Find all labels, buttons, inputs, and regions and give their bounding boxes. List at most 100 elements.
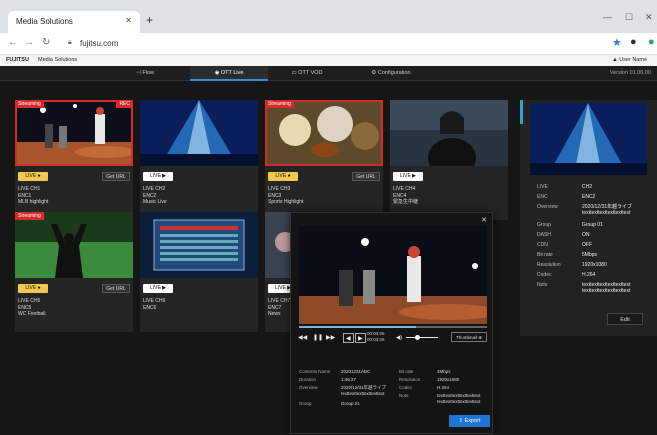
channel-info: LIVE CH5 ENC5 WC Football xyxy=(18,298,46,318)
channel-info: LIVE CH2 ENC2 Music Live xyxy=(143,186,167,206)
bookmark-star-icon[interactable]: ★ xyxy=(612,36,622,49)
detail-label: Resolution xyxy=(537,262,561,268)
timecode-in: 00:03:06 xyxy=(367,331,385,336)
program-title: Sports Highlight xyxy=(268,199,304,205)
tab-ott-live[interactable]: ◉ OTT Live xyxy=(190,66,268,81)
live-toggle-button[interactable]: LIVE ● xyxy=(268,172,298,181)
edit-button[interactable]: Edit xyxy=(607,313,643,325)
channel-name: LIVE CH7 xyxy=(268,298,291,304)
app-name: Media Solutions xyxy=(38,57,78,63)
info-value: H.264 xyxy=(437,385,450,390)
volume-knob[interactable] xyxy=(414,335,420,340)
fast-forward-icon[interactable]: ▶▶ xyxy=(326,333,335,343)
tab-configuration[interactable]: ⚙ Configuration xyxy=(346,66,436,81)
program-title: WC Football xyxy=(18,311,46,317)
detail-value: ON xyxy=(582,232,590,238)
get-url-button[interactable]: Get URL xyxy=(352,172,380,181)
channel-card[interactable]: Streaming REC LIVE ● Get URL LIVE CH1 EN… xyxy=(15,100,133,220)
live-toggle-button[interactable]: LIVE ● xyxy=(18,172,48,181)
close-window-button[interactable]: ✕ xyxy=(645,12,653,23)
info-label: Bit rate xyxy=(399,369,414,374)
soccer-fans-image xyxy=(15,212,133,278)
brand-logo: FUJITSU xyxy=(6,57,29,63)
reload-icon[interactable]: ↻ xyxy=(42,37,50,48)
channel-thumbnail[interactable] xyxy=(140,212,258,278)
channel-thumbnail[interactable]: Streaming REC xyxy=(15,100,133,166)
encoder-name: ENC6 xyxy=(143,304,157,311)
forward-icon[interactable]: → xyxy=(24,37,34,48)
concert-image xyxy=(530,103,647,175)
tab-ott-live-label: OTT Live xyxy=(220,70,244,76)
tab-ott-vod-label: OTT VOD xyxy=(298,70,323,76)
browser-tab-bar: Media Solutions ✕ + — ☐ ✕ xyxy=(0,0,657,33)
pause-icon[interactable]: ❚❚ xyxy=(313,333,323,343)
info-label: Note xyxy=(399,393,409,398)
url-input[interactable]: fujitsu.com xyxy=(80,39,118,48)
detail-label: ENC xyxy=(537,194,548,200)
export-label: Export xyxy=(464,418,481,424)
tab-close-icon[interactable]: ✕ xyxy=(125,16,132,25)
volume-slider[interactable] xyxy=(406,335,438,340)
channel-thumbnail[interactable]: Streaming xyxy=(15,212,133,278)
detail-label: DASH xyxy=(537,232,551,238)
info-label: Overview xyxy=(299,385,318,390)
app-header: FUJITSU Media Solutions ▲ User Name xyxy=(0,55,657,66)
mark-out-icon[interactable]: ▶ xyxy=(355,333,366,343)
program-title: MLB highlight xyxy=(18,199,49,205)
export-button[interactable]: ⇪ Export xyxy=(449,415,490,427)
detail-label: LIVE xyxy=(537,184,548,190)
back-icon[interactable]: ← xyxy=(8,37,18,48)
maximize-button[interactable]: ☐ xyxy=(625,12,633,23)
channel-info: LIVE CH4 ENC4 緊急生中継 xyxy=(393,186,418,206)
panel-scrollbar[interactable] xyxy=(520,100,523,124)
get-url-button[interactable]: Get URL xyxy=(102,172,130,181)
seek-bar[interactable] xyxy=(299,326,487,328)
close-icon[interactable]: ✕ xyxy=(481,216,487,224)
tab-flow[interactable]: ⊣ Flow xyxy=(100,66,190,81)
detail-thumbnail xyxy=(530,103,647,175)
channel-card[interactable]: LIVE ▶ LIVE CH2 ENC2 Music Live xyxy=(140,100,258,220)
user-menu[interactable]: ▲ User Name xyxy=(612,57,647,63)
browser-tab[interactable]: Media Solutions ✕ xyxy=(8,11,140,33)
rewind-icon[interactable]: ◀◀ xyxy=(298,333,307,343)
info-label: Duration xyxy=(299,377,317,382)
live-toggle-button[interactable]: LIVE ▶ xyxy=(143,172,173,181)
channel-card[interactable]: Streaming LIVE ● Get URL LIVE CH3 ENC3 S… xyxy=(265,100,383,220)
info-value: texttexttexttexttexttext texttexttexttex… xyxy=(437,393,481,404)
tab-title: Media Solutions xyxy=(16,17,73,26)
detail-value: texttexttexttexttexttext texttexttexttex… xyxy=(582,282,631,294)
thumbnail-button[interactable]: Thumbnail ⊕ xyxy=(451,332,487,342)
channel-thumbnail[interactable] xyxy=(140,100,258,166)
streaming-badge: Streaming xyxy=(15,212,44,220)
channel-info: LIVE CH3 ENC3 Sports Highlight xyxy=(268,186,303,206)
live-toggle-button[interactable]: LIVE ● xyxy=(18,284,48,293)
info-value: 4Mbps xyxy=(437,369,451,374)
profile-icon[interactable]: ● xyxy=(630,36,637,48)
address-bar: ← → ↻ 🔒︎ fujitsu.com ★ ● ● xyxy=(0,33,657,55)
get-url-button[interactable]: Get URL xyxy=(102,284,130,293)
tab-ott-vod[interactable]: ▭ OTT VOD xyxy=(268,66,346,81)
live-toggle-button[interactable]: LIVE ▶ xyxy=(393,172,423,181)
channel-thumbnail[interactable] xyxy=(390,100,508,166)
detail-label: Overview xyxy=(537,204,558,210)
scoreboard-image xyxy=(140,212,258,278)
detail-value: OFF xyxy=(582,242,592,248)
channel-card[interactable]: LIVE ▶ LIVE CH6 ENC6 xyxy=(140,212,258,332)
mark-in-icon[interactable]: ◀ xyxy=(343,333,354,343)
channel-card[interactable]: LIVE ▶ LIVE CH4 ENC4 緊急生中継 xyxy=(390,100,508,220)
lock-icon: 🔒︎ xyxy=(68,39,72,46)
volume-icon[interactable]: ◀) xyxy=(396,333,402,343)
baseball-video-frame xyxy=(299,226,487,324)
minimize-button[interactable]: — xyxy=(603,12,612,22)
channel-name: LIVE CH4 xyxy=(393,186,416,192)
info-label: Group xyxy=(299,401,312,406)
rec-badge: REC xyxy=(116,100,133,108)
extension-icon[interactable]: ● xyxy=(648,36,655,48)
channel-thumbnail[interactable]: Streaming xyxy=(265,100,383,166)
baseball-image xyxy=(15,100,133,166)
video-player[interactable] xyxy=(299,226,487,324)
channel-card[interactable]: Streaming LIVE ● Get URL LIVE CH5 ENC5 W… xyxy=(15,212,133,332)
live-toggle-button[interactable]: LIVE ▶ xyxy=(143,284,173,293)
info-value: Group 01 xyxy=(341,401,360,406)
new-tab-button[interactable]: + xyxy=(146,13,153,27)
